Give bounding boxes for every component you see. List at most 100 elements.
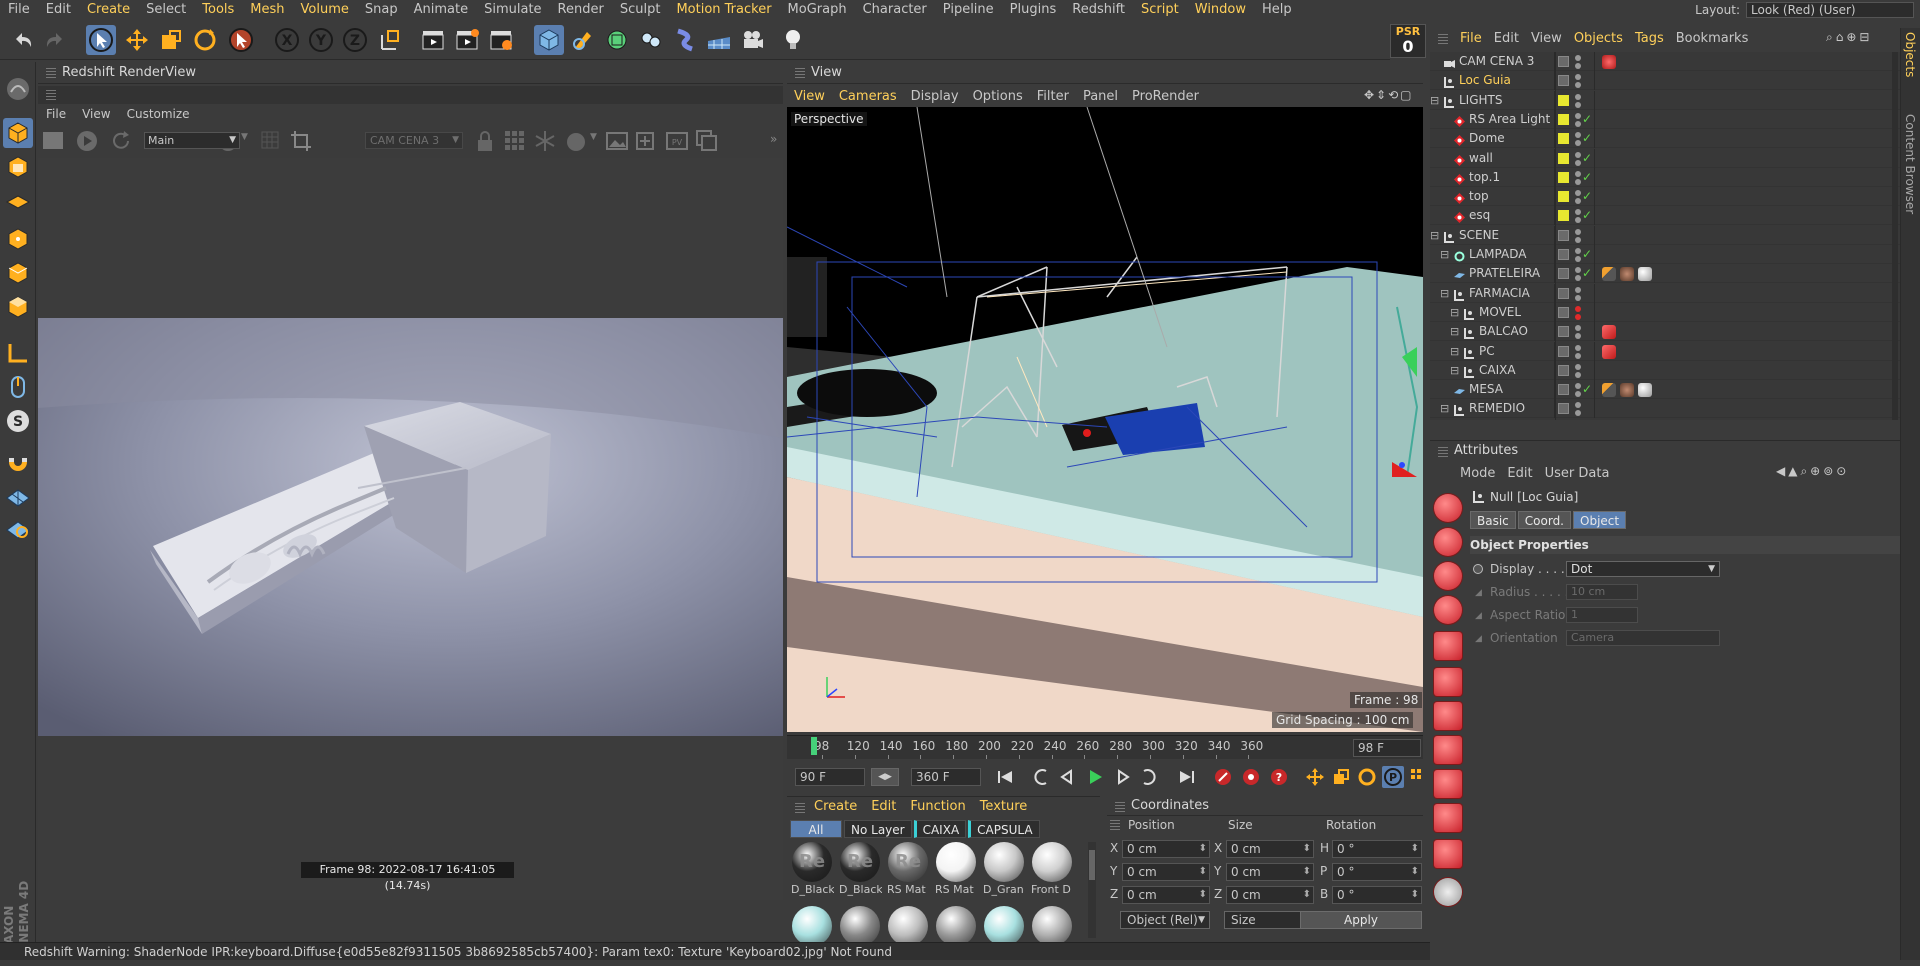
expand-toggle-icon[interactable]: ⊟ bbox=[1430, 226, 1439, 245]
prev-frame-icon[interactable] bbox=[1056, 766, 1078, 788]
stepper-arrows-icon[interactable]: ⬍ bbox=[1411, 841, 1419, 857]
menu-select[interactable]: Select bbox=[138, 0, 194, 20]
snap-icon[interactable] bbox=[3, 448, 33, 478]
keyframe-selection-icon[interactable]: ? bbox=[1268, 766, 1290, 788]
layer-color-swatch[interactable] bbox=[1558, 210, 1569, 222]
orientation-animate-icon[interactable]: ◢ bbox=[1475, 634, 1482, 644]
object-row-rs-area-light[interactable]: RS Area Light ✓ bbox=[1430, 109, 1900, 129]
rs-camera-icon[interactable] bbox=[1434, 562, 1462, 590]
stepper-arrows-icon[interactable]: ⬍ bbox=[1303, 841, 1311, 857]
move-icon[interactable] bbox=[122, 25, 152, 55]
make-editable-icon[interactable] bbox=[3, 74, 33, 104]
attr-tab-basic[interactable]: Basic bbox=[1470, 511, 1516, 529]
display-select[interactable]: Dot ▼ bbox=[1566, 561, 1720, 577]
layer-toggle-icon[interactable] bbox=[1558, 268, 1569, 280]
key-rotation-icon[interactable] bbox=[1356, 766, 1378, 788]
key-scale-icon[interactable] bbox=[1330, 766, 1352, 788]
texture-mode-icon[interactable] bbox=[3, 152, 33, 182]
menu-snap[interactable]: Snap bbox=[357, 0, 406, 20]
tweak-mode-icon[interactable] bbox=[3, 372, 33, 402]
copy-icon[interactable] bbox=[696, 130, 718, 152]
position-x-field[interactable]: 0 cm ⬍ bbox=[1122, 840, 1210, 858]
end-frame-field[interactable]: 360 F bbox=[911, 768, 981, 786]
array-icon[interactable] bbox=[636, 25, 666, 55]
tab-content-browser[interactable]: Content Browser bbox=[1903, 114, 1917, 214]
orientation-select[interactable]: Camera bbox=[1566, 630, 1720, 646]
object-row-balcao[interactable]: ⊟ BALCAO bbox=[1430, 322, 1900, 342]
enabled-check-icon[interactable]: ✓ bbox=[1582, 380, 1592, 399]
enabled-check-icon[interactable]: ✓ bbox=[1582, 187, 1592, 206]
stepper-arrows-icon[interactable]: ⬍ bbox=[1411, 864, 1419, 880]
stepper-arrows-icon[interactable]: ⬍ bbox=[1411, 887, 1419, 903]
object-row-scene[interactable]: ⊟ SCENE bbox=[1430, 225, 1900, 245]
enabled-check-icon[interactable]: ✓ bbox=[1582, 264, 1592, 283]
rotate-icon[interactable] bbox=[190, 25, 220, 55]
object-row-remedio[interactable]: ⊟ REMEDIO bbox=[1430, 399, 1900, 419]
enabled-check-icon[interactable]: ✓ bbox=[1582, 110, 1592, 129]
menu-animate[interactable]: Animate bbox=[406, 0, 476, 20]
menu-tools[interactable]: Tools bbox=[194, 0, 242, 20]
viewport-nav-icons[interactable]: ✥⇕⟲▢ bbox=[1364, 88, 1414, 102]
clapper-icon[interactable] bbox=[42, 130, 64, 150]
object-row-mesa[interactable]: MESA ✓ bbox=[1430, 380, 1900, 400]
pen-icon[interactable] bbox=[568, 25, 598, 55]
menu-redshift[interactable]: Redshift bbox=[1064, 0, 1133, 20]
chevron-down-icon[interactable]: ▼ bbox=[241, 132, 248, 142]
render-visibility-dot[interactable] bbox=[1575, 256, 1581, 262]
panel-grip-icon[interactable] bbox=[46, 68, 56, 78]
object-row-esq[interactable]: esq ✓ bbox=[1430, 206, 1900, 226]
render-visibility-dot[interactable] bbox=[1575, 236, 1581, 243]
vp-menu-filter[interactable]: Filter bbox=[1030, 89, 1076, 104]
wood-tag-icon[interactable] bbox=[1620, 267, 1634, 282]
menu-create[interactable]: Create bbox=[79, 0, 138, 20]
points-mode-icon[interactable] bbox=[3, 224, 33, 254]
menu-script[interactable]: Script bbox=[1133, 0, 1187, 20]
expand-toggle-icon[interactable]: ⊟ bbox=[1450, 303, 1459, 322]
size-y-field[interactable]: 0 cm ⬍ bbox=[1226, 863, 1314, 881]
solo-mode-icon[interactable]: S bbox=[3, 406, 33, 436]
enabled-check-icon[interactable]: ✓ bbox=[1582, 149, 1592, 168]
object-row-lights[interactable]: ⊟ LIGHTS bbox=[1430, 90, 1900, 110]
redcube-tag-icon[interactable] bbox=[1602, 325, 1616, 340]
layer-toggle-icon[interactable] bbox=[1558, 345, 1569, 357]
aspect-animate-icon[interactable]: ◢ bbox=[1475, 611, 1482, 621]
material-swatch[interactable]: RS Mat bbox=[934, 842, 978, 902]
start-frame-field[interactable]: 90 F bbox=[795, 768, 865, 786]
render-visibility-dot[interactable] bbox=[1575, 178, 1581, 185]
aov-select[interactable]: Main ▼ bbox=[144, 132, 240, 149]
attr-tab-coord[interactable]: Coord. bbox=[1517, 511, 1571, 529]
editor-visibility-dot[interactable] bbox=[1575, 132, 1581, 139]
render-visibility-dot[interactable] bbox=[1575, 63, 1581, 69]
expand-toggle-icon[interactable]: ⊟ bbox=[1430, 91, 1439, 110]
rs-object-icon[interactable] bbox=[1434, 736, 1462, 764]
panel-grip-icon[interactable] bbox=[1115, 802, 1125, 812]
image-icon[interactable] bbox=[606, 130, 628, 152]
render-visibility-dot[interactable] bbox=[1575, 333, 1581, 340]
prev-key-icon[interactable] bbox=[1030, 766, 1052, 788]
menu-character[interactable]: Character bbox=[855, 0, 935, 20]
sphere-tag-icon[interactable] bbox=[1638, 267, 1652, 282]
layer-color-swatch[interactable] bbox=[1558, 171, 1569, 183]
object-row-wall[interactable]: wall ✓ bbox=[1430, 148, 1900, 168]
expand-toggle-icon[interactable]: ⊟ bbox=[1440, 399, 1449, 418]
editor-visibility-dot[interactable] bbox=[1575, 325, 1581, 332]
select-arrow-icon[interactable] bbox=[86, 25, 116, 55]
cube-icon[interactable] bbox=[534, 25, 564, 55]
attr-tab-object[interactable]: Object bbox=[1573, 511, 1627, 529]
object-row-pc[interactable]: ⊟ PC bbox=[1430, 341, 1900, 361]
rs-tag-icon[interactable] bbox=[1434, 804, 1462, 832]
phong-tag-icon[interactable] bbox=[1602, 383, 1616, 398]
vp-menu-cameras[interactable]: Cameras bbox=[832, 89, 904, 104]
menu-help[interactable]: Help bbox=[1254, 0, 1300, 20]
enabled-check-icon[interactable]: ✓ bbox=[1582, 168, 1592, 187]
editor-visibility-dot[interactable] bbox=[1575, 209, 1581, 216]
tab-objects[interactable]: Objects bbox=[1903, 32, 1917, 77]
snowflake-icon[interactable] bbox=[534, 130, 556, 152]
render-settings-icon[interactable] bbox=[486, 25, 516, 55]
coordinate-system-icon[interactable] bbox=[376, 25, 406, 55]
axis-mode-icon[interactable] bbox=[3, 338, 33, 368]
render-visibility-dot[interactable] bbox=[1575, 294, 1581, 301]
grid-snap-icon[interactable] bbox=[3, 480, 33, 510]
stepper-arrows-icon[interactable]: ⬍ bbox=[1303, 887, 1311, 903]
polygons-mode-icon[interactable] bbox=[3, 292, 33, 322]
